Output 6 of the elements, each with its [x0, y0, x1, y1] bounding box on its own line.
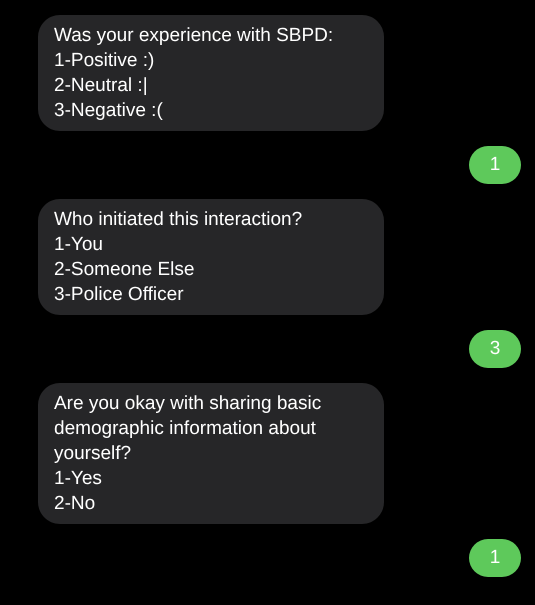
message-text: 1	[490, 546, 500, 570]
message-text: 1	[490, 152, 500, 177]
message-text: 3	[490, 336, 500, 361]
message-text: Was your experience with SBPD: 1-Positive :) 2-Neutral :| 3-Negative :(	[54, 24, 334, 123]
message-text: Are you okay with sharing basic demographic information about yourself? 1-Yes 2-No	[54, 392, 322, 516]
message-text: Who initiated this interaction? 1-You 2-Someone Else 3-Police Officer	[54, 208, 304, 307]
